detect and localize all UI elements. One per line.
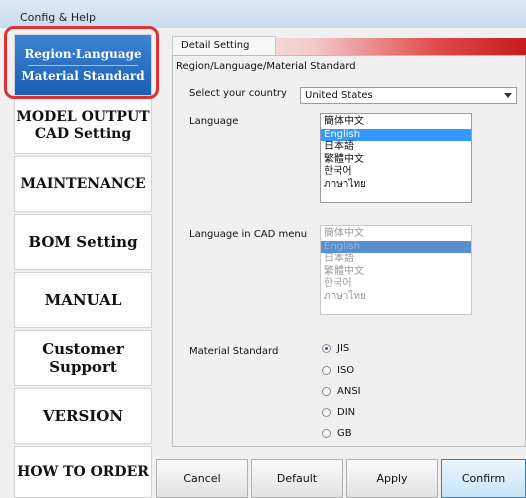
sidebar-item-label: Support	[49, 358, 117, 376]
sidebar-item-how-to-order[interactable]: HOW TO ORDER	[14, 446, 152, 498]
list-item: ภาษาไทย	[324, 290, 366, 302]
language-listbox[interactable]: 簡体中文 English 日本語 繁體中文 한국어 ภาษาไทย	[320, 113, 472, 203]
list-item[interactable]: 繁體中文	[321, 154, 471, 167]
sidebar-item-customer-support[interactable]: Customer Support	[14, 330, 152, 386]
confirm-button[interactable]: Confirm	[441, 459, 526, 498]
apply-button[interactable]: Apply	[346, 459, 438, 498]
radio-label: GB	[337, 428, 352, 439]
apply-button-label: Apply	[376, 472, 408, 485]
radio-icon[interactable]	[322, 429, 331, 438]
country-value: United States	[305, 90, 373, 101]
radio-din[interactable]: DIN	[322, 406, 355, 419]
radio-gb[interactable]: GB	[322, 427, 352, 440]
radio-icon[interactable]	[322, 387, 331, 396]
sidebar-item-version[interactable]: VERSION	[14, 388, 152, 444]
tab-detail-setting[interactable]: Detail Setting	[172, 36, 276, 56]
sidebar-item-manual[interactable]: MANUAL	[14, 272, 152, 328]
tab-label: Detail Setting	[181, 40, 250, 51]
sidebar-item-model-output[interactable]: MODEL OUTPUT CAD Setting	[14, 98, 152, 154]
cad-language-label: Language in CAD menu	[189, 229, 308, 240]
radio-icon[interactable]	[322, 366, 331, 375]
sidebar-item-label: Customer	[42, 340, 124, 358]
list-item[interactable]: 한국어	[321, 166, 471, 179]
highlight-ring	[4, 26, 159, 99]
panel-title: Region/Language/Material Standard	[176, 61, 356, 72]
list-item[interactable]: 簡体中文	[321, 116, 471, 129]
sidebar-item-label: CAD Setting	[34, 126, 132, 142]
list-item: 日本語	[324, 253, 354, 264]
config-window: Config & Help Region·Language Material S…	[0, 0, 526, 498]
sidebar-item-bom-setting[interactable]: BOM Setting	[14, 214, 152, 270]
sidebar: Region·Language Material Standard MODEL …	[14, 32, 152, 498]
list-item: 한국어	[324, 278, 352, 289]
radio-iso[interactable]: ISO	[322, 364, 354, 377]
sidebar-item-label: MANUAL	[44, 291, 122, 309]
cad-language-listbox: 簡体中文 English 日本語 繁體中文 한국어 ภาษาไทย	[320, 225, 472, 315]
radio-jis[interactable]: JIS	[322, 342, 349, 355]
window-title: Config & Help	[20, 11, 96, 24]
default-button[interactable]: Default	[251, 459, 343, 498]
country-label: Select your country	[189, 88, 287, 99]
radio-label: JIS	[337, 343, 350, 354]
title-bar: Config & Help	[0, 0, 526, 28]
sidebar-item-label: MODEL OUTPUT	[16, 109, 150, 126]
list-item[interactable]: ภาษาไทย	[321, 179, 471, 192]
list-item-selected[interactable]: English	[321, 128, 471, 141]
radio-label: ANSI	[337, 386, 361, 397]
radio-icon[interactable]	[322, 408, 331, 417]
sidebar-item-label: VERSION	[42, 407, 124, 425]
cancel-button[interactable]: Cancel	[156, 459, 248, 498]
sidebar-item-label: BOM Setting	[28, 233, 138, 251]
radio-label: ISO	[337, 365, 355, 376]
language-label: Language	[189, 116, 239, 127]
confirm-button-label: Confirm	[461, 472, 506, 485]
list-item: 簡体中文	[324, 228, 364, 239]
cancel-button-label: Cancel	[183, 472, 221, 485]
radio-selected-icon[interactable]	[322, 344, 331, 353]
country-select[interactable]: United States	[300, 87, 517, 104]
list-item[interactable]: 日本語	[321, 141, 471, 154]
material-standard-label: Material Standard	[189, 346, 279, 357]
list-item-selected: English	[321, 240, 471, 253]
chevron-down-icon[interactable]	[504, 93, 512, 98]
radio-ansi[interactable]: ANSI	[322, 385, 361, 398]
list-item: 繁體中文	[324, 265, 364, 277]
sidebar-item-label: HOW TO ORDER	[17, 463, 149, 480]
radio-label: DIN	[337, 407, 356, 418]
default-button-label: Default	[276, 472, 318, 485]
sidebar-item-label: MAINTENANCE	[20, 175, 146, 192]
sidebar-item-maintenance[interactable]: MAINTENANCE	[14, 156, 152, 212]
